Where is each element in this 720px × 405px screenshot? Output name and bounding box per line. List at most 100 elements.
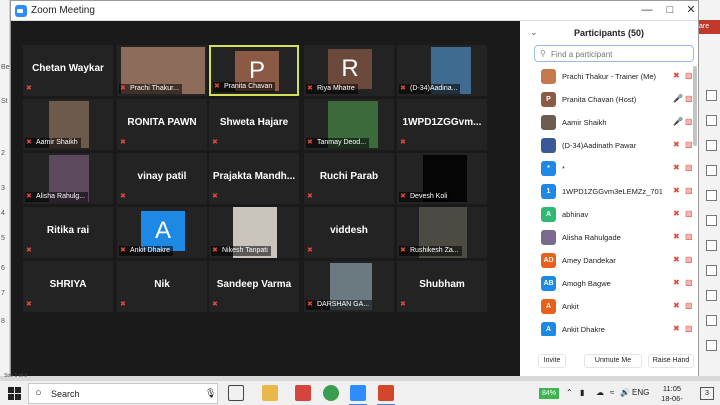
- participants-header: ⌄ Participants (50): [520, 21, 698, 45]
- participant-row[interactable]: Aabhinav ✖ ▧: [520, 204, 693, 227]
- video-tile[interactable]: (D-34)Aadina... ✖: [397, 45, 487, 96]
- video-off-icon[interactable]: ▧: [685, 94, 693, 103]
- bg-checkbox[interactable]: [706, 340, 717, 351]
- muted-mic-icon[interactable]: ✖: [673, 209, 680, 218]
- video-tile[interactable]: Devesh Koli ✖: [397, 153, 487, 204]
- invite-button[interactable]: Invite: [538, 354, 566, 368]
- zoom-taskbar-icon[interactable]: [350, 385, 366, 401]
- video-tile[interactable]: Nik ✖: [117, 261, 207, 312]
- video-off-icon[interactable]: ▧: [685, 186, 693, 195]
- windows-start-icon[interactable]: [8, 387, 21, 400]
- bg-checkbox[interactable]: [706, 290, 717, 301]
- video-off-icon[interactable]: ▧: [685, 255, 693, 264]
- video-off-icon[interactable]: ▧: [685, 301, 693, 310]
- muted-mic-icon[interactable]: ✖: [673, 71, 680, 80]
- video-tile[interactable]: Alisha Rahulg... ✖: [23, 153, 113, 204]
- taskbar-search[interactable]: ○ Search 🎙: [28, 383, 218, 404]
- muted-mic-icon[interactable]: ✖: [673, 324, 680, 333]
- battery-icon[interactable]: ▮: [580, 388, 584, 397]
- notification-icon[interactable]: 3: [700, 387, 714, 400]
- video-off-icon[interactable]: ▧: [685, 209, 693, 218]
- muted-mic-icon[interactable]: ✖: [673, 301, 680, 310]
- video-tile[interactable]: Shweta Hajare ✖: [209, 99, 299, 150]
- video-tile[interactable]: viddesh ✖: [304, 207, 394, 258]
- participant-row[interactable]: Prachi Thakur - Trainer (Me) ✖ ▧: [520, 66, 693, 89]
- search-input[interactable]: [551, 48, 689, 60]
- video-tile[interactable]: Rushikesh Za... ✖: [397, 207, 487, 258]
- video-tile[interactable]: vinay patil ✖: [117, 153, 207, 204]
- video-off-icon[interactable]: ▧: [685, 117, 693, 126]
- video-tile[interactable]: Chetan Waykar ✖: [23, 45, 113, 96]
- task-view-icon[interactable]: [228, 385, 244, 401]
- video-tile[interactable]: P Pranita Chavan ✖: [209, 45, 299, 96]
- participant-row[interactable]: * * ✖ ▧: [520, 158, 693, 181]
- microphone-icon[interactable]: 🎤: [673, 94, 683, 103]
- video-tile[interactable]: A Ankit Dhakre ✖: [117, 207, 207, 258]
- video-off-icon[interactable]: ▧: [685, 71, 693, 80]
- bg-checkbox[interactable]: [706, 315, 717, 326]
- video-tile[interactable]: R Riya Mhatre ✖: [304, 45, 394, 96]
- video-off-icon[interactable]: ▧: [685, 163, 693, 172]
- video-tile[interactable]: RONITA PAWN ✖: [117, 99, 207, 150]
- video-off-icon[interactable]: ▧: [685, 278, 693, 287]
- muted-mic-icon[interactable]: ✖: [673, 232, 680, 241]
- chrome-icon[interactable]: [323, 385, 339, 401]
- video-tile[interactable]: DARSHAN GA... ✖: [304, 261, 394, 312]
- volume-icon[interactable]: 🔊: [620, 388, 630, 397]
- pdf-reader-icon[interactable]: [295, 385, 311, 401]
- unmute-me-button[interactable]: Unmute Me: [584, 354, 642, 368]
- clock[interactable]: 11:05 18-06-2020: [655, 384, 689, 405]
- muted-mic-icon[interactable]: ✖: [673, 186, 680, 195]
- video-off-icon[interactable]: ▧: [685, 324, 693, 333]
- muted-mic-icon[interactable]: ✖: [673, 140, 680, 149]
- video-tile[interactable]: Ruchi Parab ✖: [304, 153, 394, 204]
- microphone-icon[interactable]: 🎙: [205, 388, 216, 399]
- participant-row[interactable]: Alisha Rahulgade ✖ ▧: [520, 227, 693, 250]
- bg-checkbox[interactable]: [706, 90, 717, 101]
- video-tile[interactable]: Ritika rai ✖: [23, 207, 113, 258]
- video-tile[interactable]: Aamir Shaikh ✖: [23, 99, 113, 150]
- video-off-icon[interactable]: ▧: [685, 232, 693, 241]
- battery-indicator[interactable]: 84%: [539, 388, 559, 399]
- language-indicator[interactable]: ENG: [632, 388, 649, 397]
- video-tile[interactable]: Nikesh Tanpati ✖: [209, 207, 299, 258]
- participant-row[interactable]: A Ankit Dhakre ✖ ▧: [520, 319, 693, 336]
- minimize-button[interactable]: —: [635, 2, 659, 19]
- participant-row[interactable]: A Ankit ✖ ▧: [520, 296, 693, 319]
- close-button[interactable]: ✕: [679, 2, 703, 19]
- video-tile[interactable]: Tanmay Deod... ✖: [304, 99, 394, 150]
- participant-search[interactable]: ⚲: [534, 45, 694, 62]
- bg-checkbox[interactable]: [706, 190, 717, 201]
- participant-row[interactable]: P Pranita Chavan (Host) 🎤 ▧: [520, 89, 693, 112]
- participant-row[interactable]: AD Amey Dandekar ✖ ▧: [520, 250, 693, 273]
- microphone-icon[interactable]: 🎤: [673, 117, 683, 126]
- muted-mic-icon[interactable]: ✖: [673, 278, 680, 287]
- video-tile[interactable]: Shubham ✖: [397, 261, 487, 312]
- muted-mic-icon[interactable]: ✖: [673, 255, 680, 264]
- video-off-icon[interactable]: ▧: [685, 140, 693, 149]
- raise-hand-button[interactable]: Raise Hand: [648, 354, 694, 368]
- participants-list: Prachi Thakur - Trainer (Me) ✖ ▧ P Pranita C…: [520, 66, 698, 336]
- chevron-up-icon[interactable]: ⌃: [566, 388, 573, 397]
- scrollbar[interactable]: [693, 66, 697, 146]
- cloud-icon[interactable]: ☁: [596, 388, 604, 397]
- video-tile[interactable]: Prajakta Mandh... ✖: [209, 153, 299, 204]
- video-tile[interactable]: Sandeep Varma ✖: [209, 261, 299, 312]
- wifi-icon[interactable]: ≈: [610, 388, 614, 397]
- bg-checkbox[interactable]: [706, 240, 717, 251]
- participant-row[interactable]: 1 1WPD1ZGGvm3eLEMZz_701Sw... ✖ ▧: [520, 181, 693, 204]
- bg-checkbox[interactable]: [706, 215, 717, 226]
- participant-row[interactable]: AB Amogh Bagwe ✖ ▧: [520, 273, 693, 296]
- muted-mic-icon[interactable]: ✖: [673, 163, 680, 172]
- bg-checkbox[interactable]: [706, 140, 717, 151]
- powerpoint-icon[interactable]: [378, 385, 394, 401]
- participant-row[interactable]: Aamir Shaikh 🎤 ▧: [520, 112, 693, 135]
- bg-checkbox[interactable]: [706, 265, 717, 276]
- video-tile[interactable]: 1WPD1ZGGvm... ✖: [397, 99, 487, 150]
- bg-checkbox[interactable]: [706, 115, 717, 126]
- participant-row[interactable]: (D-34)Aadinath Pawar ✖ ▧: [520, 135, 693, 158]
- bg-checkbox[interactable]: [706, 165, 717, 176]
- file-explorer-icon[interactable]: [262, 385, 278, 401]
- video-tile[interactable]: Prachi Thakur... ✖: [117, 45, 207, 96]
- video-tile[interactable]: SHRIYA ✖: [23, 261, 113, 312]
